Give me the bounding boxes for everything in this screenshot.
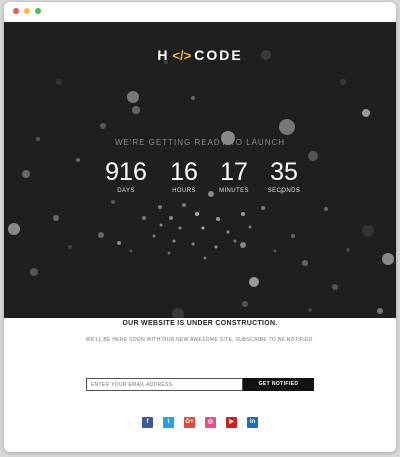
minimize-window-button[interactable]: [24, 8, 30, 14]
countdown-days-value: 916: [105, 158, 147, 186]
get-notified-button[interactable]: GET NOTIFIED: [243, 378, 314, 391]
countdown-days: 916 DAYS: [96, 158, 156, 194]
logo-left-text: H: [157, 47, 170, 63]
dribbble-icon[interactable]: ◎: [205, 417, 216, 428]
countdown-seconds: 35 SECONDS: [254, 158, 314, 194]
subscribe-section: OUR WEBSITE IS UNDER CONSTRUCTION. WE'LL…: [4, 318, 396, 452]
site-logo[interactable]: H </> CODE: [4, 47, 396, 63]
hero-section: H </> CODE WE'RE GETTING READY TO LAUNCH 9…: [4, 22, 396, 318]
google-plus-icon[interactable]: G+: [184, 417, 195, 428]
linkedin-icon[interactable]: in: [247, 417, 258, 428]
maximize-window-button[interactable]: [35, 8, 41, 14]
countdown-days-label: DAYS: [117, 188, 135, 194]
countdown-seconds-value: 35: [270, 158, 298, 186]
code-brackets-icon: </>: [172, 48, 192, 63]
construction-headline: OUR WEBSITE IS UNDER CONSTRUCTION.: [122, 320, 278, 327]
browser-window: H </> CODE WE'RE GETTING READY TO LAUNCH 9…: [4, 2, 396, 452]
youtube-icon[interactable]: ▶: [226, 417, 237, 428]
construction-subheadline: WE'LL BE HERE SOON WITH OUR NEW AWESOME …: [85, 337, 315, 343]
facebook-icon[interactable]: f: [142, 417, 153, 428]
email-input[interactable]: [86, 378, 243, 391]
close-window-button[interactable]: [13, 8, 19, 14]
logo-right-text: CODE: [194, 47, 243, 63]
countdown-seconds-label: SECONDS: [267, 188, 301, 194]
twitter-icon[interactable]: t: [163, 417, 174, 428]
window-titlebar: [4, 2, 396, 22]
launch-tagline: WE'RE GETTING READY TO LAUNCH: [114, 138, 286, 147]
